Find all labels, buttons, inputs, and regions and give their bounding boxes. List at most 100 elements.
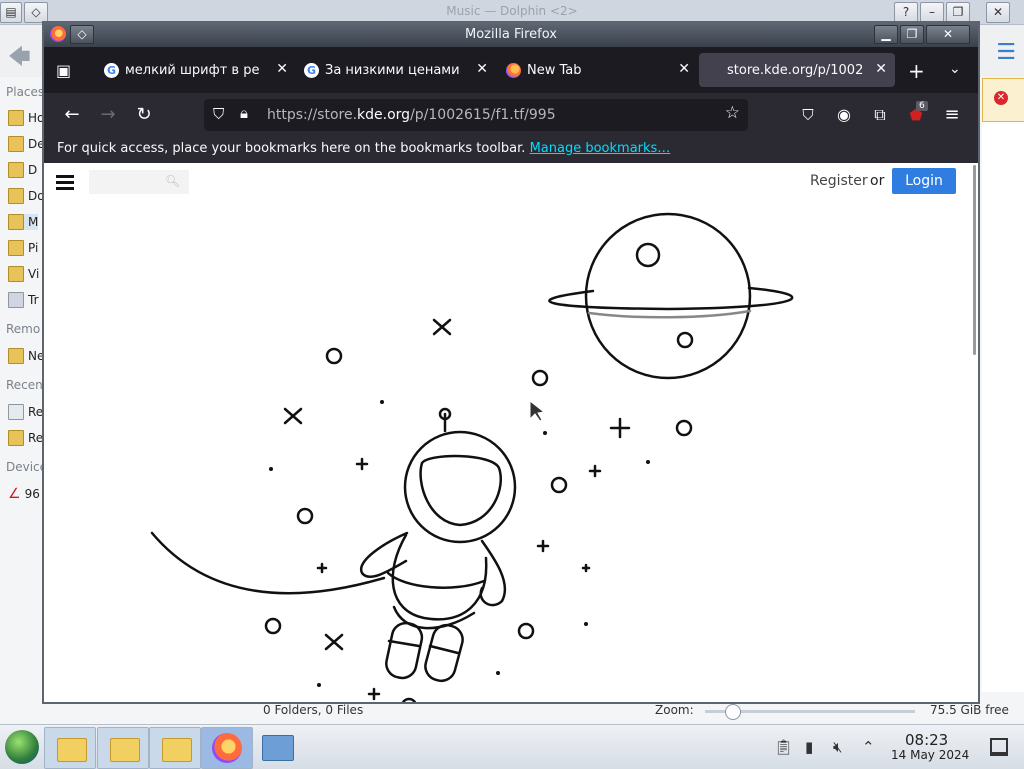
left-arm xyxy=(359,531,409,578)
videos-folder-icon xyxy=(8,266,24,282)
reload-button[interactable]: ↻ xyxy=(132,103,156,127)
recent-locations-icon xyxy=(8,430,24,446)
help-button[interactable]: ? xyxy=(894,2,918,23)
firefox-titlebar[interactable]: ◇ Mozilla Firefox ▁ ❐ ✕ xyxy=(44,23,978,47)
star-cross xyxy=(324,633,344,651)
google-icon: G xyxy=(304,62,319,78)
clipboard-icon[interactable]: 📋︎ xyxy=(774,738,793,756)
pocket-icon[interactable]: ⛉ xyxy=(796,103,820,127)
error-icon[interactable]: ✕ xyxy=(994,91,1008,105)
tab-google-1[interactable]: G мелкий шрифт в ре ✕ xyxy=(96,53,296,87)
minimize-button[interactable]: ▁ xyxy=(874,25,898,44)
task-dolphin-2[interactable] xyxy=(97,727,149,769)
folder-icon xyxy=(162,738,192,762)
music-folder-icon xyxy=(8,214,24,230)
tab-close-icon[interactable]: ✕ xyxy=(476,61,488,77)
remote-header: Remo xyxy=(6,322,41,336)
remote-item[interactable]: Ne xyxy=(8,348,44,364)
left-knee xyxy=(387,639,421,648)
extension-badge: 6 xyxy=(916,101,928,111)
list-all-tabs-icon[interactable]: ⌄ xyxy=(949,61,961,77)
tracking-protection-shield-icon[interactable]: ⛉ xyxy=(213,105,224,123)
planet-crater xyxy=(676,331,694,349)
url-text[interactable]: https://store.kde.org/p/1002615/f1.tf/99… xyxy=(267,107,556,123)
star-dot xyxy=(584,622,588,626)
pictures-folder-icon xyxy=(8,240,24,256)
tab-new-tab[interactable]: New Tab ✕ xyxy=(498,53,698,87)
right-knee xyxy=(428,644,460,655)
system-settings-icon[interactable] xyxy=(262,735,294,761)
star-circle xyxy=(296,507,314,525)
place-item[interactable]: Pi xyxy=(8,240,38,256)
new-tab-button[interactable]: + xyxy=(908,59,925,83)
lock-icon[interactable]: 🔒︎ xyxy=(240,104,248,122)
task-dolphin-3[interactable] xyxy=(149,727,201,769)
close-button[interactable]: ✕ xyxy=(926,25,970,44)
devices-header: Device xyxy=(6,460,48,474)
close-button[interactable]: ✕ xyxy=(986,2,1010,23)
tab-close-icon[interactable]: ✕ xyxy=(875,61,887,77)
forward-button[interactable]: → xyxy=(96,103,120,127)
back-button[interactable]: ← xyxy=(60,103,84,127)
folder-file-count: 0 Folders, 0 Files xyxy=(263,703,364,717)
place-item[interactable]: Tr xyxy=(8,292,39,308)
star-cross xyxy=(283,407,303,425)
star-plus xyxy=(536,539,550,553)
firefox-view-icon[interactable]: ▣ xyxy=(56,61,71,80)
url-bar[interactable]: ⛉ 🔒︎ https://store.kde.org/p/1002615/f1.… xyxy=(204,99,748,131)
torso xyxy=(391,533,488,621)
place-item[interactable]: De xyxy=(8,136,45,152)
folder-icon xyxy=(8,162,24,178)
minimize-button[interactable]: – xyxy=(920,2,944,23)
planet-crater xyxy=(635,242,661,268)
extensions-icon[interactable]: ⧉ xyxy=(868,103,892,127)
place-item-selected[interactable]: M xyxy=(8,214,39,230)
account-icon[interactable]: ◉ xyxy=(832,103,856,127)
manage-bookmarks-link[interactable]: Manage bookmarks… xyxy=(530,141,671,156)
tab-google-2[interactable]: G За низкими ценами ✕ xyxy=(296,53,496,87)
task-firefox[interactable] xyxy=(201,727,253,769)
zoom-slider-handle[interactable] xyxy=(725,704,741,720)
bookmark-star-icon[interactable]: ☆ xyxy=(725,103,740,123)
clock-date[interactable]: 14 May 2024 xyxy=(891,748,969,762)
tab-close-icon[interactable]: ✕ xyxy=(678,61,690,77)
place-item[interactable]: D xyxy=(8,162,37,178)
recent-item[interactable]: Re xyxy=(8,404,43,420)
star-plus xyxy=(316,562,328,574)
star-dot xyxy=(496,671,500,675)
place-item[interactable]: Vi xyxy=(8,266,39,282)
dolphin-file-view[interactable] xyxy=(982,122,1024,692)
star-circle xyxy=(675,419,693,437)
place-item[interactable]: Ho xyxy=(8,110,44,126)
network-folder-icon xyxy=(8,348,24,364)
maximize-button[interactable]: ❐ xyxy=(946,2,970,23)
clock-time[interactable]: 08:23 xyxy=(905,731,948,749)
star-circle xyxy=(325,347,343,365)
firefox-title: Mozilla Firefox xyxy=(465,27,557,42)
visor xyxy=(419,454,502,527)
star-circle xyxy=(264,617,282,635)
left-leg xyxy=(385,621,424,680)
star-circle xyxy=(531,369,549,387)
start-menu-button[interactable] xyxy=(5,730,39,764)
tab-close-icon[interactable]: ✕ xyxy=(276,61,288,77)
device-item[interactable]: ∠ 96 xyxy=(8,486,40,502)
dolphin-statusbar: 0 Folders, 0 Files Zoom: 75.5 GiB free xyxy=(0,701,1024,723)
page-content: 🔍︎ Register or Login xyxy=(44,163,978,702)
tray-expand-icon[interactable]: ⌃ xyxy=(862,738,875,756)
folder-icon xyxy=(57,738,87,762)
belt xyxy=(386,571,486,589)
star-circle xyxy=(550,476,568,494)
hamburger-menu-icon[interactable]: ☰ xyxy=(996,40,1016,65)
back-arrow-icon[interactable]: 🡄 xyxy=(8,40,31,78)
volume-muted-icon[interactable]: 🔇︎ xyxy=(833,738,842,756)
show-desktop-icon[interactable] xyxy=(990,738,1008,756)
recent-item[interactable]: Re xyxy=(8,430,43,446)
maximize-button[interactable]: ❐ xyxy=(900,25,924,44)
tab-store-kde[interactable]: store.kde.org/p/1002 ✕ xyxy=(699,53,895,87)
task-dolphin-1[interactable] xyxy=(44,727,96,769)
battery-icon[interactable]: ▮ xyxy=(805,738,813,756)
folder-icon xyxy=(110,738,140,762)
place-item[interactable]: Do xyxy=(8,188,45,204)
app-menu-icon[interactable]: ≡ xyxy=(940,103,964,127)
